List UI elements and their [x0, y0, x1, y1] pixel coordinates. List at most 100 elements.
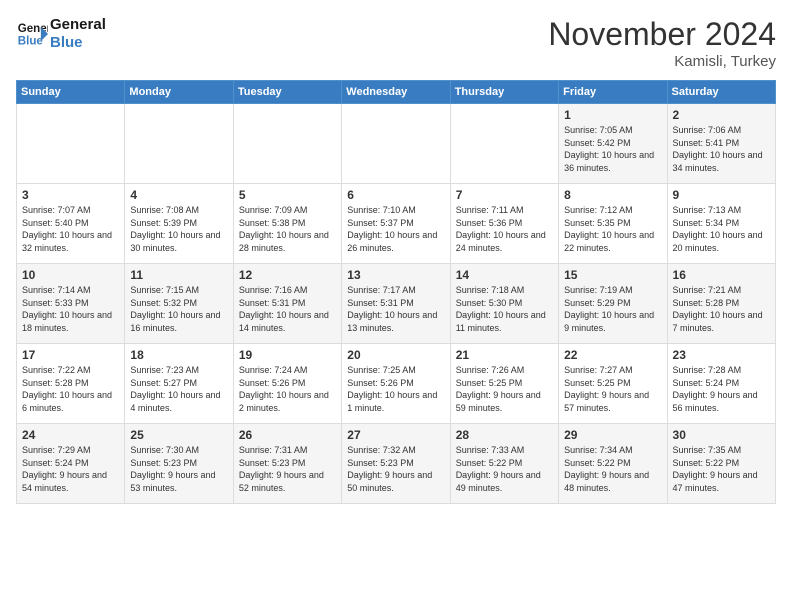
- day-number: 16: [673, 268, 770, 282]
- day-info: Sunrise: 7:21 AM Sunset: 5:28 PM Dayligh…: [673, 284, 770, 334]
- col-header-wednesday: Wednesday: [342, 81, 450, 104]
- calendar-header-row: SundayMondayTuesdayWednesdayThursdayFrid…: [17, 81, 776, 104]
- day-cell: 26Sunrise: 7:31 AM Sunset: 5:23 PM Dayli…: [233, 424, 341, 504]
- day-info: Sunrise: 7:19 AM Sunset: 5:29 PM Dayligh…: [564, 284, 661, 334]
- day-info: Sunrise: 7:18 AM Sunset: 5:30 PM Dayligh…: [456, 284, 553, 334]
- day-cell: 7 Sunrise: 7:11 AM Sunset: 5:36 PM Daylig…: [450, 184, 558, 264]
- page-header: General Blue General Blue November 2024 …: [16, 16, 776, 70]
- day-cell: 9 Sunrise: 7:13 AM Sunset: 5:34 PM Daylig…: [667, 184, 775, 264]
- day-number: 24: [22, 428, 119, 442]
- day-cell: 25 Sunrise: 7:30 AM Sunset: 5:23 PM Dayli…: [125, 424, 233, 504]
- day-cell: 11Sunrise: 7:15 AM Sunset: 5:32 PM Dayli…: [125, 264, 233, 344]
- day-number: 15: [564, 268, 661, 282]
- day-info: Sunrise: 7:32 AM Sunset: 5:23 PM Dayligh…: [347, 444, 444, 494]
- day-info: Sunrise: 7:08 AM Sunset: 5:39 PM Dayligh…: [130, 204, 227, 254]
- day-info: Sunrise: 7:16 AM Sunset: 5:31 PM Dayligh…: [239, 284, 336, 334]
- day-cell: 6Sunrise: 7:10 AM Sunset: 5:37 PM Daylig…: [342, 184, 450, 264]
- day-info: Sunrise: 7:25 AM Sunset: 5:26 PM Dayligh…: [347, 364, 444, 414]
- calendar-table: SundayMondayTuesdayWednesdayThursdayFrid…: [16, 80, 776, 504]
- week-row-5: 24 Sunrise: 7:29 AM Sunset: 5:24 PM Dayli…: [17, 424, 776, 504]
- day-number: 23: [673, 348, 770, 362]
- day-cell: 12 Sunrise: 7:16 AM Sunset: 5:31 PM Dayli…: [233, 264, 341, 344]
- day-number: 22: [564, 348, 661, 362]
- day-number: 4: [130, 188, 227, 202]
- logo-blue: Blue: [50, 34, 106, 52]
- day-info: Sunrise: 7:23 AM Sunset: 5:27 PM Dayligh…: [130, 364, 227, 414]
- day-info: Sunrise: 7:10 AM Sunset: 5:37 PM Dayligh…: [347, 204, 444, 254]
- day-info: Sunrise: 7:30 AM Sunset: 5:23 PM Dayligh…: [130, 444, 227, 494]
- day-cell: 27 Sunrise: 7:32 AM Sunset: 5:23 PM Dayli…: [342, 424, 450, 504]
- day-cell: 19Sunrise: 7:24 AM Sunset: 5:26 PM Dayli…: [233, 344, 341, 424]
- day-cell: 30Sunrise: 7:35 AM Sunset: 5:22 PM Dayli…: [667, 424, 775, 504]
- col-header-friday: Friday: [559, 81, 667, 104]
- day-info: Sunrise: 7:28 AM Sunset: 5:24 PM Dayligh…: [673, 364, 770, 414]
- day-cell: 10 Sunrise: 7:14 AM Sunset: 5:33 PM Dayli…: [17, 264, 125, 344]
- day-number: 1: [564, 108, 661, 122]
- day-info: Sunrise: 7:34 AM Sunset: 5:22 PM Dayligh…: [564, 444, 661, 494]
- day-info: Sunrise: 7:15 AM Sunset: 5:32 PM Dayligh…: [130, 284, 227, 334]
- day-cell: [17, 104, 125, 184]
- day-number: 21: [456, 348, 553, 362]
- logo-icon: General Blue: [16, 18, 48, 50]
- day-cell: 16 Sunrise: 7:21 AM Sunset: 5:28 PM Dayli…: [667, 264, 775, 344]
- week-row-1: 1Sunrise: 7:05 AM Sunset: 5:42 PM Daylig…: [17, 104, 776, 184]
- day-number: 19: [239, 348, 336, 362]
- day-info: Sunrise: 7:14 AM Sunset: 5:33 PM Dayligh…: [22, 284, 119, 334]
- day-number: 10: [22, 268, 119, 282]
- col-header-thursday: Thursday: [450, 81, 558, 104]
- location: Kamisli, Turkey: [548, 53, 776, 70]
- day-number: 28: [456, 428, 553, 442]
- day-info: Sunrise: 7:26 AM Sunset: 5:25 PM Dayligh…: [456, 364, 553, 414]
- col-header-monday: Monday: [125, 81, 233, 104]
- day-info: Sunrise: 7:27 AM Sunset: 5:25 PM Dayligh…: [564, 364, 661, 414]
- day-number: 2: [673, 108, 770, 122]
- day-number: 8: [564, 188, 661, 202]
- day-info: Sunrise: 7:13 AM Sunset: 5:34 PM Dayligh…: [673, 204, 770, 254]
- week-row-4: 17Sunrise: 7:22 AM Sunset: 5:28 PM Dayli…: [17, 344, 776, 424]
- day-info: Sunrise: 7:11 AM Sunset: 5:36 PM Dayligh…: [456, 204, 553, 254]
- day-number: 14: [456, 268, 553, 282]
- day-cell: [125, 104, 233, 184]
- day-cell: 15 Sunrise: 7:19 AM Sunset: 5:29 PM Dayli…: [559, 264, 667, 344]
- svg-text:Blue: Blue: [18, 36, 44, 48]
- day-cell: 21 Sunrise: 7:26 AM Sunset: 5:25 PM Dayli…: [450, 344, 558, 424]
- day-cell: 2 Sunrise: 7:06 AM Sunset: 5:41 PM Daylig…: [667, 104, 775, 184]
- day-number: 17: [22, 348, 119, 362]
- logo: General Blue General Blue: [16, 16, 106, 52]
- day-number: 3: [22, 188, 119, 202]
- day-number: 12: [239, 268, 336, 282]
- day-cell: [342, 104, 450, 184]
- day-number: 27: [347, 428, 444, 442]
- day-number: 7: [456, 188, 553, 202]
- day-cell: 17Sunrise: 7:22 AM Sunset: 5:28 PM Dayli…: [17, 344, 125, 424]
- day-cell: 28 Sunrise: 7:33 AM Sunset: 5:22 PM Dayli…: [450, 424, 558, 504]
- week-row-2: 3 Sunrise: 7:07 AM Sunset: 5:40 PM Daylig…: [17, 184, 776, 264]
- day-cell: 24 Sunrise: 7:29 AM Sunset: 5:24 PM Dayli…: [17, 424, 125, 504]
- day-cell: [450, 104, 558, 184]
- month-title: November 2024: [548, 16, 776, 53]
- day-cell: 3 Sunrise: 7:07 AM Sunset: 5:40 PM Daylig…: [17, 184, 125, 264]
- day-cell: 13 Sunrise: 7:17 AM Sunset: 5:31 PM Dayli…: [342, 264, 450, 344]
- day-cell: 8 Sunrise: 7:12 AM Sunset: 5:35 PM Daylig…: [559, 184, 667, 264]
- day-number: 13: [347, 268, 444, 282]
- day-info: Sunrise: 7:12 AM Sunset: 5:35 PM Dayligh…: [564, 204, 661, 254]
- day-number: 25: [130, 428, 227, 442]
- day-info: Sunrise: 7:09 AM Sunset: 5:38 PM Dayligh…: [239, 204, 336, 254]
- day-cell: 22 Sunrise: 7:27 AM Sunset: 5:25 PM Dayli…: [559, 344, 667, 424]
- col-header-tuesday: Tuesday: [233, 81, 341, 104]
- day-number: 26: [239, 428, 336, 442]
- day-number: 9: [673, 188, 770, 202]
- day-cell: 18Sunrise: 7:23 AM Sunset: 5:27 PM Dayli…: [125, 344, 233, 424]
- col-header-saturday: Saturday: [667, 81, 775, 104]
- day-info: Sunrise: 7:33 AM Sunset: 5:22 PM Dayligh…: [456, 444, 553, 494]
- day-number: 5: [239, 188, 336, 202]
- day-info: Sunrise: 7:17 AM Sunset: 5:31 PM Dayligh…: [347, 284, 444, 334]
- day-info: Sunrise: 7:06 AM Sunset: 5:41 PM Dayligh…: [673, 124, 770, 174]
- day-info: Sunrise: 7:29 AM Sunset: 5:24 PM Dayligh…: [22, 444, 119, 494]
- day-info: Sunrise: 7:07 AM Sunset: 5:40 PM Dayligh…: [22, 204, 119, 254]
- day-cell: 20Sunrise: 7:25 AM Sunset: 5:26 PM Dayli…: [342, 344, 450, 424]
- page-container: General Blue General Blue November 2024 …: [0, 0, 792, 514]
- day-number: 30: [673, 428, 770, 442]
- col-header-sunday: Sunday: [17, 81, 125, 104]
- day-cell: 4 Sunrise: 7:08 AM Sunset: 5:39 PM Daylig…: [125, 184, 233, 264]
